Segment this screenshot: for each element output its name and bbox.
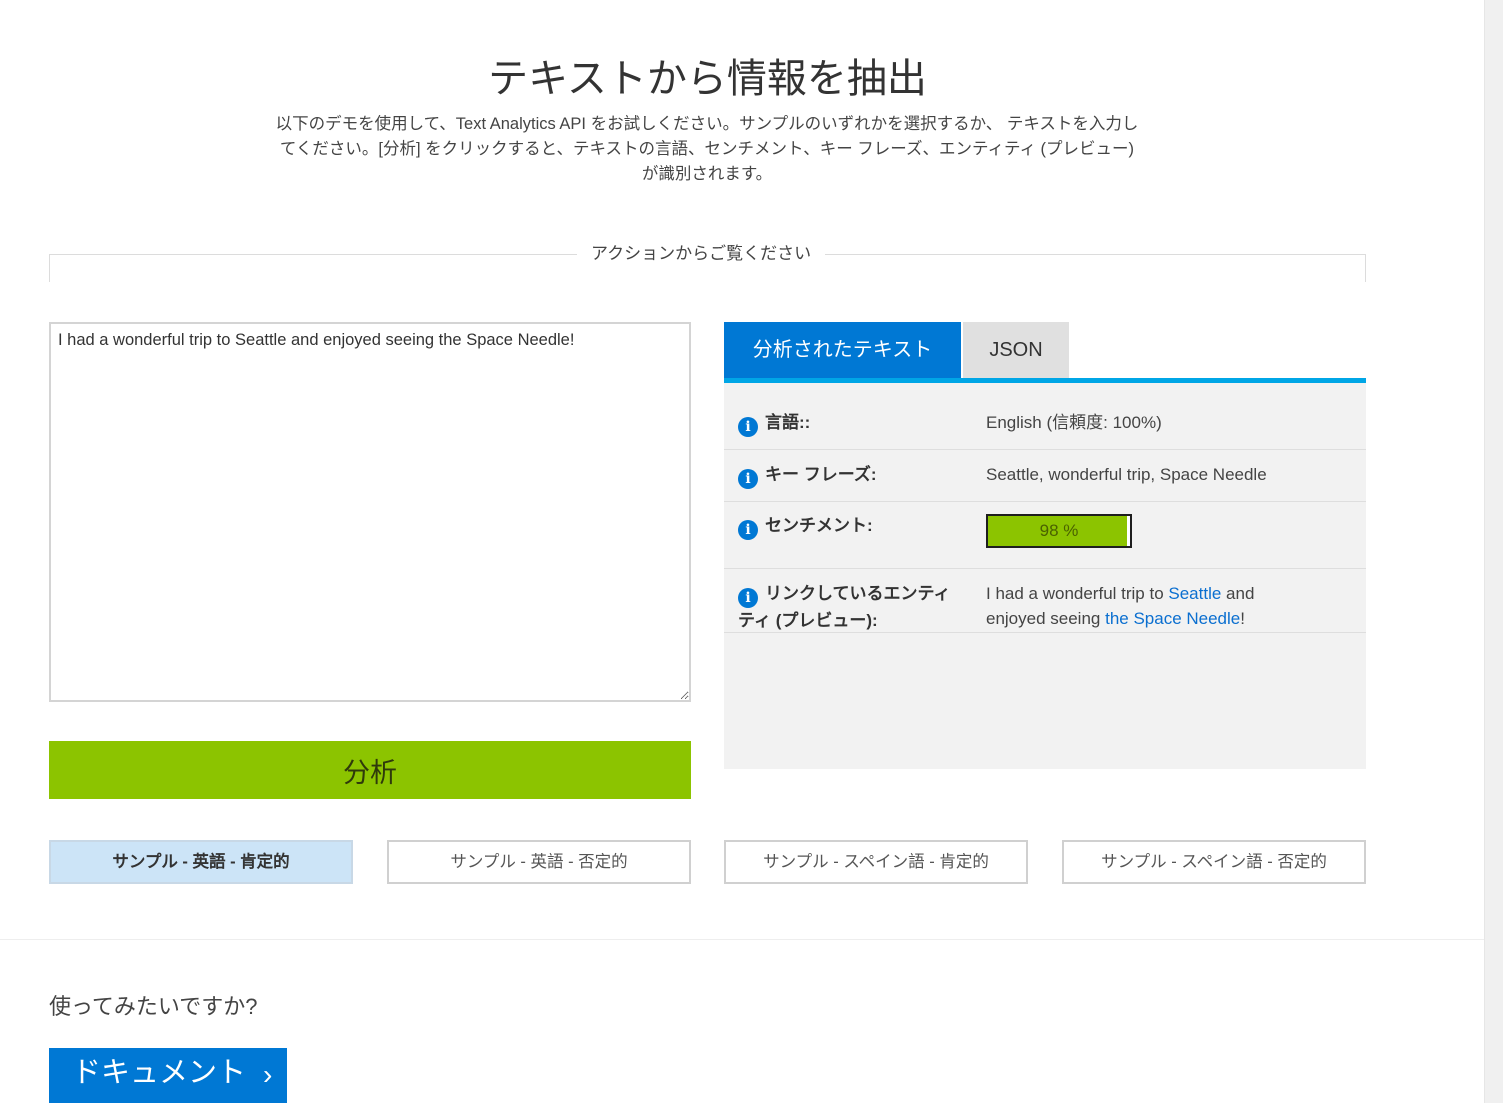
sentiment-meter: 98 % (986, 514, 1132, 548)
info-icon[interactable]: i (738, 588, 758, 608)
sample-spanish-negative-button[interactable]: サンプル - スペイン語 - 否定的 (1062, 840, 1366, 884)
result-row-key-phrases: i キー フレーズ: Seattle, wonderful trip, Space… (724, 450, 1366, 502)
page-description: 以下のデモを使用して、Text Analytics API をお試しください。サ… (275, 115, 1139, 183)
scrollbar[interactable] (1484, 0, 1503, 1103)
sentiment-label: センチメント: (765, 516, 873, 535)
entities-value: I had a wonderful trip to Seattle and en… (986, 581, 1306, 631)
page-title: テキストから情報を抽出 (488, 57, 927, 101)
tab-analyzed-text[interactable]: 分析されたテキスト (724, 322, 961, 378)
entity-link-space-needle[interactable]: the Space Needle (1105, 609, 1240, 628)
sample-english-positive-button[interactable]: サンプル - 英語 - 肯定的 (49, 840, 353, 884)
documentation-button[interactable]: ドキュメント › (49, 1048, 287, 1103)
result-row-entities: i リンクしているエンティティ (プレビュー): I had a wonderfu… (724, 569, 1366, 633)
section-divider (0, 939, 1484, 940)
result-row-language: i 言語:: English (信頼度: 100%) (724, 383, 1366, 450)
analyze-button[interactable]: 分析 (49, 741, 691, 799)
tab-json[interactable]: JSON (963, 322, 1069, 378)
language-label: 言語:: (765, 413, 811, 432)
info-icon[interactable]: i (738, 417, 758, 437)
info-icon[interactable]: i (738, 469, 758, 489)
sample-english-negative-button[interactable]: サンプル - 英語 - 否定的 (387, 840, 691, 884)
text-input[interactable] (49, 322, 691, 702)
entities-label-wrap: i リンクしているエンティティ (プレビュー): (738, 581, 958, 633)
key-phrases-value: Seattle, wonderful trip, Space Needle (986, 465, 1267, 484)
key-phrases-label: キー フレーズ: (765, 465, 877, 484)
entities-text: ! (1240, 609, 1245, 628)
sentiment-label-wrap: i センチメント: (738, 513, 958, 540)
cta-question: 使ってみたいですか? (49, 994, 258, 1019)
info-icon[interactable]: i (738, 520, 758, 540)
documentation-button-label: ドキュメント (72, 1057, 247, 1089)
entities-text: I had a wonderful trip to (986, 584, 1169, 603)
entities-label: リンクしているエンティティ (プレビュー): (738, 584, 951, 630)
section-label: アクションからご覧ください (577, 242, 826, 266)
language-value: English (信頼度: 100%) (986, 413, 1162, 432)
results-panel: i 言語:: English (信頼度: 100%) i キー フレーズ: Seat… (724, 383, 1366, 769)
chevron-right-icon: › (263, 1059, 273, 1090)
entity-link-seattle[interactable]: Seattle (1168, 584, 1221, 603)
sample-spanish-positive-button[interactable]: サンプル - スペイン語 - 肯定的 (724, 840, 1028, 884)
language-label-wrap: i 言語:: (738, 410, 958, 437)
sentiment-value: 98 % (1039, 521, 1079, 540)
key-phrases-label-wrap: i キー フレーズ: (738, 462, 958, 489)
